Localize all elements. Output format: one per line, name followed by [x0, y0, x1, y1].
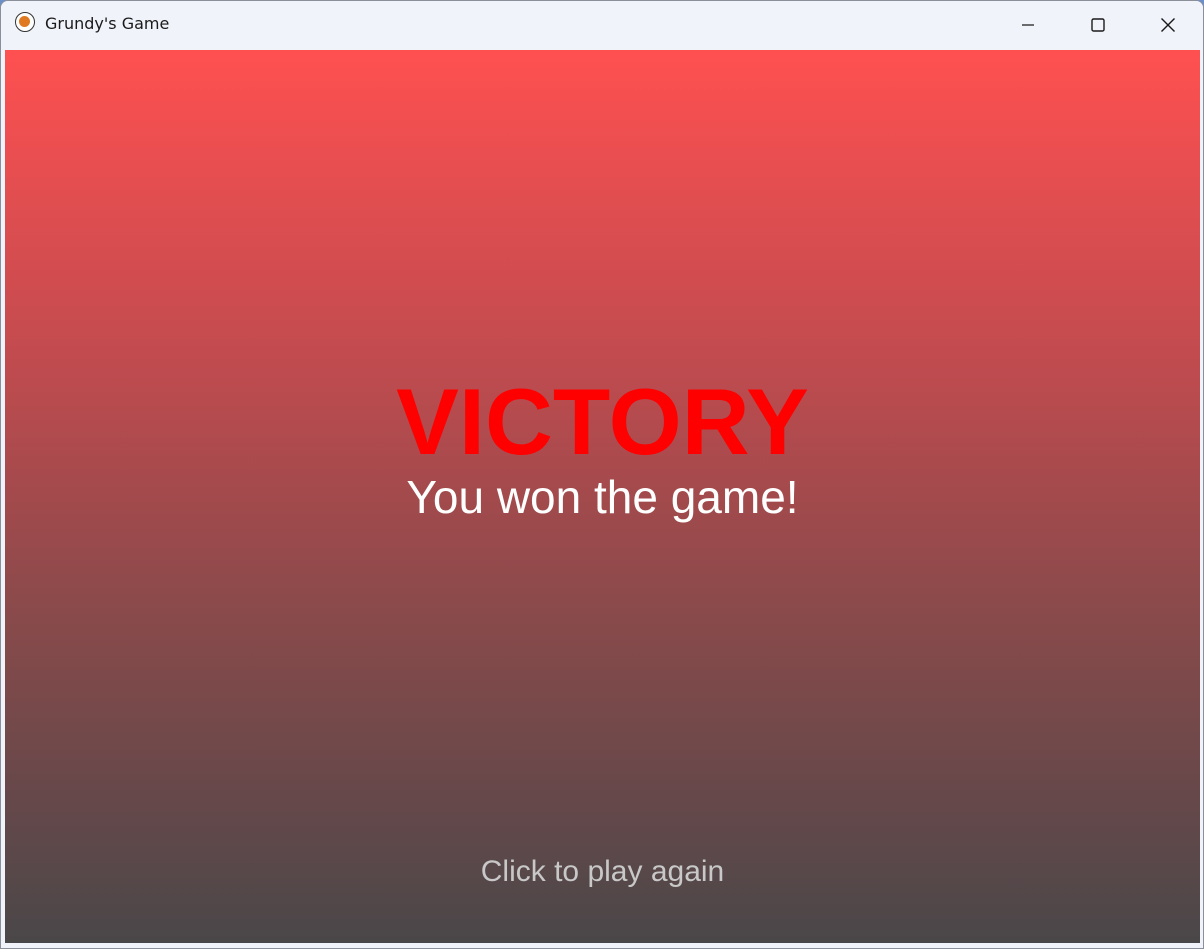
- victory-headline: VICTORY: [396, 369, 809, 474]
- close-button[interactable]: [1133, 1, 1203, 48]
- play-again-prompt[interactable]: Click to play again: [5, 854, 1200, 890]
- app-window: Grundy's Game VICTORY You won the game! …: [0, 0, 1204, 949]
- maximize-icon: [1091, 17, 1105, 32]
- window-title: Grundy's Game: [45, 14, 170, 33]
- minimize-icon: [1022, 23, 1034, 26]
- win-message: You won the game!: [406, 471, 799, 523]
- title-bar[interactable]: Grundy's Game: [1, 1, 1203, 48]
- close-icon: [1161, 17, 1175, 32]
- maximize-button[interactable]: [1063, 1, 1133, 48]
- app-orb-icon: [15, 12, 35, 32]
- minimize-button[interactable]: [993, 1, 1063, 48]
- game-canvas[interactable]: VICTORY You won the game! Click to play …: [5, 50, 1200, 943]
